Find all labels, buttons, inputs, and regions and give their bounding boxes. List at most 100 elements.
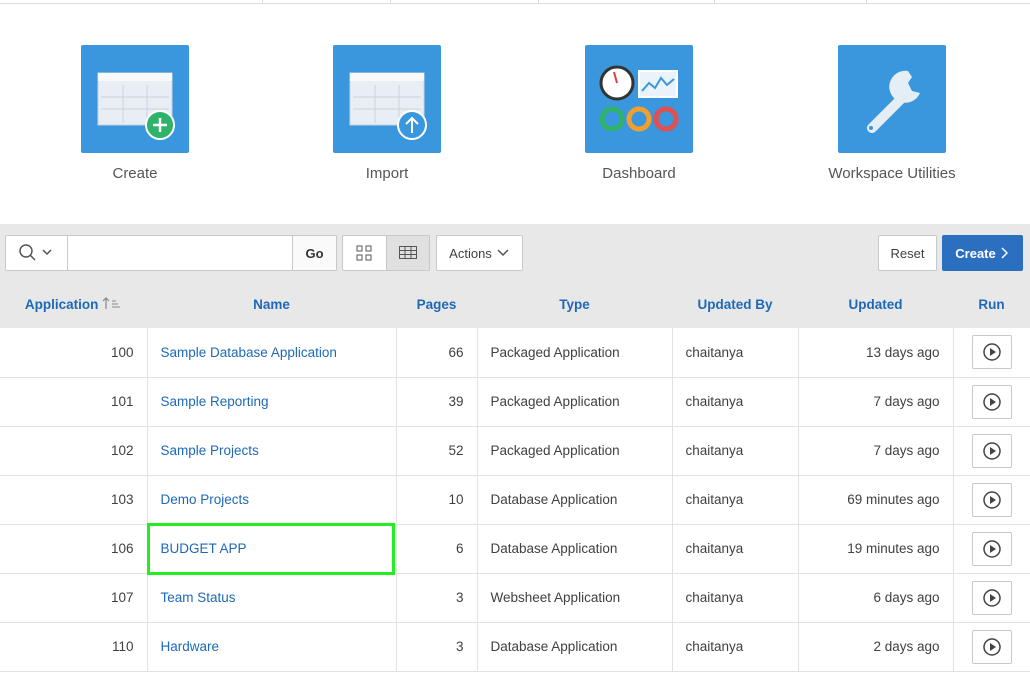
app-name-link[interactable]: Sample Database Application [147, 328, 397, 377]
wrench-icon [838, 45, 946, 153]
run-app-button[interactable] [971, 335, 1012, 370]
go-button[interactable]: Go [292, 236, 336, 270]
run-app-button[interactable] [971, 531, 1012, 566]
grid-icon [356, 245, 372, 261]
run-cell [953, 475, 1030, 524]
sort-ascending-icon [102, 297, 121, 309]
app-id-cell: 101 [0, 377, 148, 426]
col-pages-header[interactable]: Pages [396, 280, 477, 328]
run-app-button[interactable] [971, 580, 1012, 615]
app-name-link[interactable]: Hardware [147, 622, 397, 671]
workspace-utilities-label: Workspace Utilities [828, 165, 956, 182]
col-type-header[interactable]: Type [477, 280, 672, 328]
pages-cell: 52 [396, 426, 478, 475]
table-row: 103 Demo Projects 10 Database Application ch… [0, 475, 1030, 524]
app-name-link[interactable]: Team Status [147, 573, 397, 622]
play-icon [983, 637, 1001, 656]
reset-button[interactable]: Reset [878, 235, 937, 271]
create-app-icon [81, 45, 189, 153]
table-row: 106 BUDGET APP 6 Database Application chaita… [0, 524, 1030, 573]
pages-cell: 6 [396, 524, 478, 573]
icon-view-button[interactable] [343, 236, 386, 270]
type-cell: Packaged Application [477, 426, 673, 475]
create-app-label: Create [112, 165, 158, 182]
type-cell: Websheet Application [477, 573, 673, 622]
pages-cell: 66 [396, 328, 478, 377]
app-name-link[interactable]: BUDGET APP [147, 524, 397, 573]
pages-cell: 10 [396, 475, 478, 524]
view-toggle [342, 235, 430, 271]
updated-cell: 69 minutes ago [798, 475, 954, 524]
app-name-link[interactable]: Sample Reporting [147, 377, 397, 426]
run-cell [953, 622, 1030, 671]
type-cell: Database Application [477, 524, 673, 573]
run-cell [953, 377, 1030, 426]
workspace-utilities-tile[interactable]: Workspace Utilities [782, 45, 1002, 182]
dashboard-tile[interactable]: Dashboard [529, 45, 749, 182]
table-row: 102 Sample Projects 52 Packaged Application… [0, 426, 1030, 475]
type-cell: Database Application [477, 622, 673, 671]
report-view-button[interactable] [385, 236, 429, 270]
search-column-menu[interactable] [6, 236, 68, 270]
run-app-button[interactable] [971, 384, 1012, 419]
app-id-cell: 106 [0, 524, 148, 573]
table-row: 110 Hardware 3 Database Application chaitany… [0, 622, 1030, 671]
col-run-header[interactable]: Run [953, 280, 1030, 328]
table-header-row: Application Name Pages Type Updated By U… [0, 280, 1030, 328]
actions-label: Actions [449, 245, 492, 261]
run-app-button[interactable] [971, 433, 1012, 468]
app-id-cell: 102 [0, 426, 148, 475]
app-name-link[interactable]: Sample Projects [147, 426, 397, 475]
run-cell [953, 524, 1030, 573]
search-input[interactable] [68, 236, 293, 270]
import-app-label: Import [365, 165, 409, 182]
updated-cell: 2 days ago [798, 622, 954, 671]
actions-menu-button[interactable]: Actions [436, 235, 523, 271]
col-name-header[interactable]: Name [147, 280, 396, 328]
play-icon [983, 441, 1001, 460]
updated-by-cell: chaitanya [672, 475, 799, 524]
table-row: 107 Team Status 3 Websheet Application chait… [0, 573, 1030, 622]
updated-cell: 6 days ago [798, 573, 954, 622]
type-cell: Packaged Application [477, 377, 673, 426]
run-cell [953, 426, 1030, 475]
play-icon [983, 588, 1001, 607]
create-button[interactable]: Create [942, 235, 1023, 271]
app-name-link[interactable]: Demo Projects [147, 475, 397, 524]
table-icon [398, 246, 417, 259]
updated-by-cell: chaitanya [672, 524, 799, 573]
updated-by-cell: chaitanya [672, 377, 799, 426]
report-toolbar: Go Actions Reset Create [0, 224, 1030, 280]
pages-cell: 3 [396, 573, 478, 622]
play-icon [983, 490, 1001, 509]
type-cell: Packaged Application [477, 328, 673, 377]
import-app-icon [333, 45, 441, 153]
search-bar: Go [5, 235, 337, 271]
run-cell [953, 573, 1030, 622]
app-id-cell: 110 [0, 622, 148, 671]
type-cell: Database Application [477, 475, 673, 524]
pages-cell: 3 [396, 622, 478, 671]
create-label: Create [955, 245, 996, 261]
col-application-header[interactable]: Application [0, 280, 147, 328]
import-app-tile[interactable]: Import [277, 45, 497, 182]
col-updated-header[interactable]: Updated [798, 280, 953, 328]
app-id-cell: 107 [0, 573, 148, 622]
updated-by-cell: chaitanya [672, 622, 799, 671]
applications-table: Application Name Pages Type Updated By U… [0, 280, 1030, 672]
updated-cell: 7 days ago [798, 426, 954, 475]
table-row: 100 Sample Database Application 66 Packaged… [0, 328, 1030, 377]
create-app-tile[interactable]: Create [25, 45, 245, 182]
app-id-cell: 103 [0, 475, 148, 524]
play-icon [983, 392, 1001, 411]
chevron-down-icon [497, 249, 509, 257]
dashboard-icon [585, 45, 693, 153]
col-updated-by-header[interactable]: Updated By [672, 280, 798, 328]
updated-cell: 19 minutes ago [798, 524, 954, 573]
col-application-label: Application [24, 297, 99, 312]
run-app-button[interactable] [971, 482, 1012, 517]
run-app-button[interactable] [971, 629, 1012, 664]
updated-by-cell: chaitanya [672, 573, 799, 622]
pages-cell: 39 [396, 377, 478, 426]
chevron-right-icon [1001, 247, 1008, 259]
